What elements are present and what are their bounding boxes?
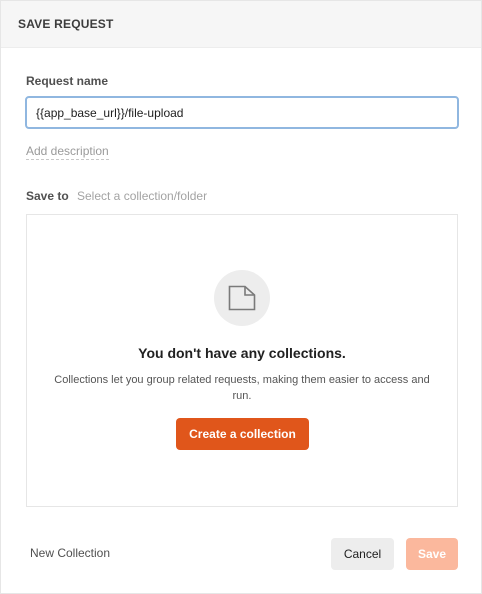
collection-folder-selector[interactable]: Select a collection/folder	[77, 189, 207, 203]
collections-empty-state: You don't have any collections. Collecti…	[26, 214, 458, 507]
cancel-button[interactable]: Cancel	[331, 538, 394, 570]
empty-state-title: You don't have any collections.	[138, 345, 346, 361]
folder-icon	[228, 285, 256, 311]
request-name-input[interactable]	[25, 96, 459, 129]
new-collection-link[interactable]: New Collection	[30, 546, 110, 560]
folder-icon-container	[214, 270, 270, 326]
dialog-title: SAVE REQUEST	[18, 17, 114, 31]
save-button[interactable]: Save	[406, 538, 458, 570]
add-description-link[interactable]: Add description	[26, 144, 109, 160]
empty-state-description: Collections let you group related reques…	[54, 374, 430, 402]
dialog-header: SAVE REQUEST	[1, 1, 481, 48]
create-collection-button[interactable]: Create a collection	[176, 418, 309, 450]
save-to-label: Save to	[26, 189, 69, 203]
save-request-dialog: SAVE REQUEST Request name Add descriptio…	[0, 0, 482, 594]
request-name-label: Request name	[26, 74, 109, 88]
